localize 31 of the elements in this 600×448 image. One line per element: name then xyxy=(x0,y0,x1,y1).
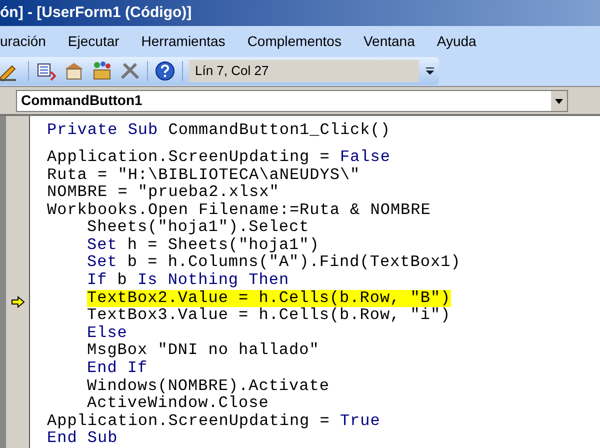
code-line: Workbooks.Open Filename:=Ruta & NOMBRE xyxy=(47,202,431,219)
menu-item[interactable]: Herramientas xyxy=(141,30,226,52)
dropdown-value: CommandButton1 xyxy=(21,91,144,110)
code-line: If b Is Nothing Then xyxy=(87,272,290,290)
code-line: Application.ScreenUpdating = True xyxy=(47,412,380,430)
object-dropdown[interactable]: CommandButton1 xyxy=(16,90,568,112)
menu-item[interactable]: Ayuda xyxy=(436,30,476,52)
cursor-position: Lín 7, Col 27 xyxy=(189,60,419,82)
menu-item[interactable]: Complementos xyxy=(247,30,342,52)
code-line: Else xyxy=(87,324,128,342)
code-line: MsgBox "DNI no hallado" xyxy=(87,342,320,360)
code-line: Set h = Sheets("hoja1") xyxy=(87,236,320,254)
code-line: End If xyxy=(87,360,148,378)
code-line: Private Sub CommandButton1_Click() xyxy=(47,122,390,140)
code-line: End Sub xyxy=(47,430,118,448)
code-line: Application.ScreenUpdating = False xyxy=(47,148,390,166)
code-line: Sheets("hoja1").Select xyxy=(87,219,310,237)
code-line: Ruta = "H:\BIBLIOTECA\aNEUDYS\" xyxy=(47,166,360,184)
code-line: Windows(NOMBRE).Activate xyxy=(87,378,330,395)
arrow-icon xyxy=(10,296,24,308)
help-icon[interactable] xyxy=(154,60,176,82)
code-line: NOMBRE = "prueba2.xlsx" xyxy=(47,184,280,202)
menu-item[interactable]: Ejecutar xyxy=(68,30,120,52)
menu-item[interactable]: uración xyxy=(0,30,46,52)
code-line: ActiveWindow.Close xyxy=(87,395,269,413)
overflow-chevron-icon[interactable] xyxy=(425,65,435,77)
code-line: TextBox3.Value = h.Cells(b.Row, "i") xyxy=(87,307,451,325)
window-title: ón] - [UserForm1 (Código)] xyxy=(0,2,192,23)
toolbox-icon[interactable] xyxy=(91,60,113,82)
code-line: Set b = h.Columns("A").Find(TextBox1) xyxy=(87,254,461,272)
menu-item[interactable]: Ventana xyxy=(363,30,415,52)
